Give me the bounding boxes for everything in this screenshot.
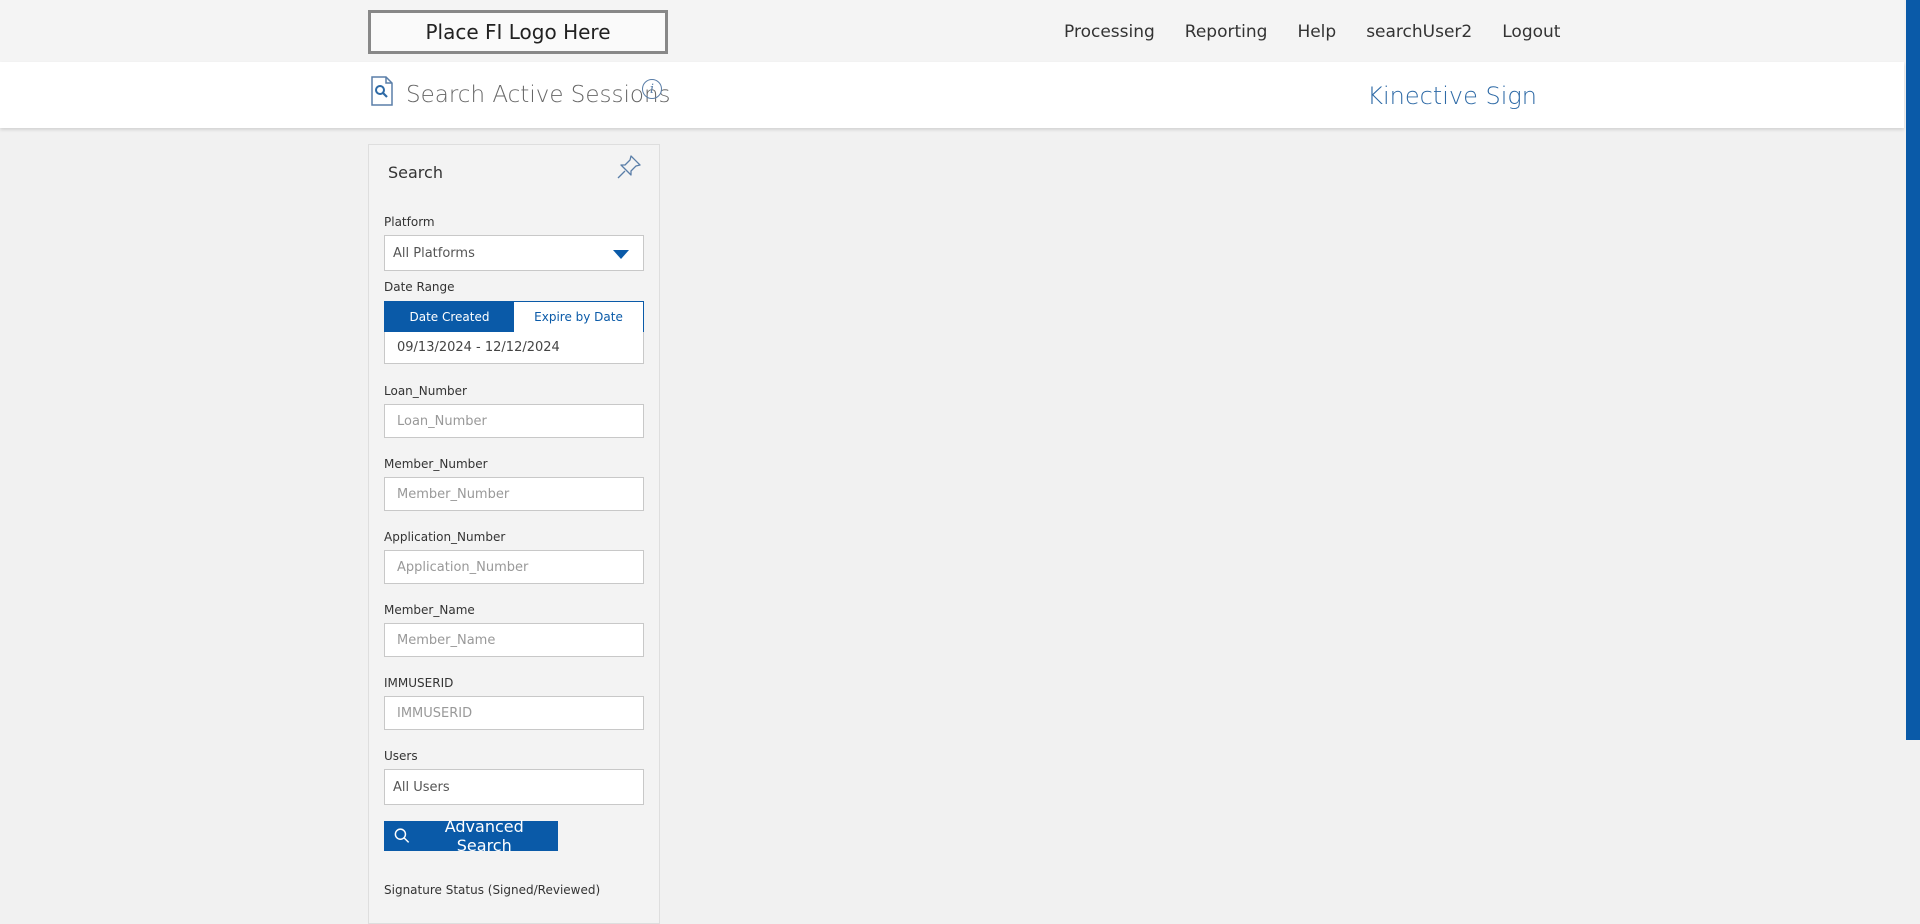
date-range-label: Date Range <box>384 280 455 294</box>
top-bar: Place FI Logo Here Processing Reporting … <box>0 0 1904 62</box>
users-value: All Users <box>393 779 450 795</box>
page-title: Search Active Sessions <box>406 82 671 108</box>
advanced-search-button[interactable]: Advanced Search <box>384 817 558 855</box>
loan-number-label: Loan_Number <box>384 384 467 398</box>
nav-help[interactable]: Help <box>1297 22 1336 42</box>
main-nav: Processing Reporting Help searchUser2 Lo… <box>1064 22 1590 42</box>
expire-by-date-toggle[interactable]: Expire by Date <box>514 302 643 332</box>
chevron-down-icon <box>613 250 629 259</box>
product-brand: Kinective Sign <box>1367 82 1537 110</box>
date-range-value: 09/13/2024 - 12/12/2024 <box>397 340 560 355</box>
info-icon[interactable]: i <box>642 79 662 99</box>
nav-reporting[interactable]: Reporting <box>1185 22 1268 42</box>
fi-logo-placeholder: Place FI Logo Here <box>368 10 668 54</box>
platform-label: Platform <box>384 215 435 229</box>
right-edge-strip <box>1906 0 1920 740</box>
date-range-toggle: Date Created Expire by Date <box>384 301 644 333</box>
advanced-search-label: Advanced Search <box>444 817 524 855</box>
search-icon <box>394 828 410 843</box>
platform-value: All Platforms <box>393 245 475 261</box>
date-created-toggle[interactable]: Date Created <box>385 302 514 332</box>
search-panel-title: Search <box>388 163 443 182</box>
loan-number-input[interactable] <box>384 404 644 438</box>
member-name-label: Member_Name <box>384 603 475 617</box>
date-range-input[interactable]: 09/13/2024 - 12/12/2024 <box>384 332 644 364</box>
platform-select[interactable]: All Platforms <box>384 235 644 271</box>
users-select[interactable]: All Users <box>384 769 644 805</box>
member-number-input[interactable] <box>384 477 644 511</box>
member-name-input[interactable] <box>384 623 644 657</box>
immuserid-input[interactable] <box>384 696 644 730</box>
logo-text: Place FI Logo Here <box>425 20 611 44</box>
application-number-input[interactable] <box>384 550 644 584</box>
page-header: Search Active Sessions i Kinective Sign <box>0 62 1904 128</box>
pin-icon[interactable] <box>615 153 643 181</box>
nav-user-account[interactable]: searchUser2 <box>1366 22 1472 42</box>
nav-logout[interactable]: Logout <box>1502 22 1560 42</box>
nav-processing[interactable]: Processing <box>1064 22 1155 42</box>
document-search-icon <box>370 76 394 106</box>
member-number-label: Member_Number <box>384 457 488 471</box>
immuserid-label: IMMUSERID <box>384 676 454 690</box>
application-number-label: Application_Number <box>384 530 506 544</box>
users-label: Users <box>384 749 418 763</box>
signature-status-label: Signature Status (Signed/Reviewed) <box>384 883 601 897</box>
search-panel: Search Platform All Platforms Date Range… <box>368 144 660 924</box>
